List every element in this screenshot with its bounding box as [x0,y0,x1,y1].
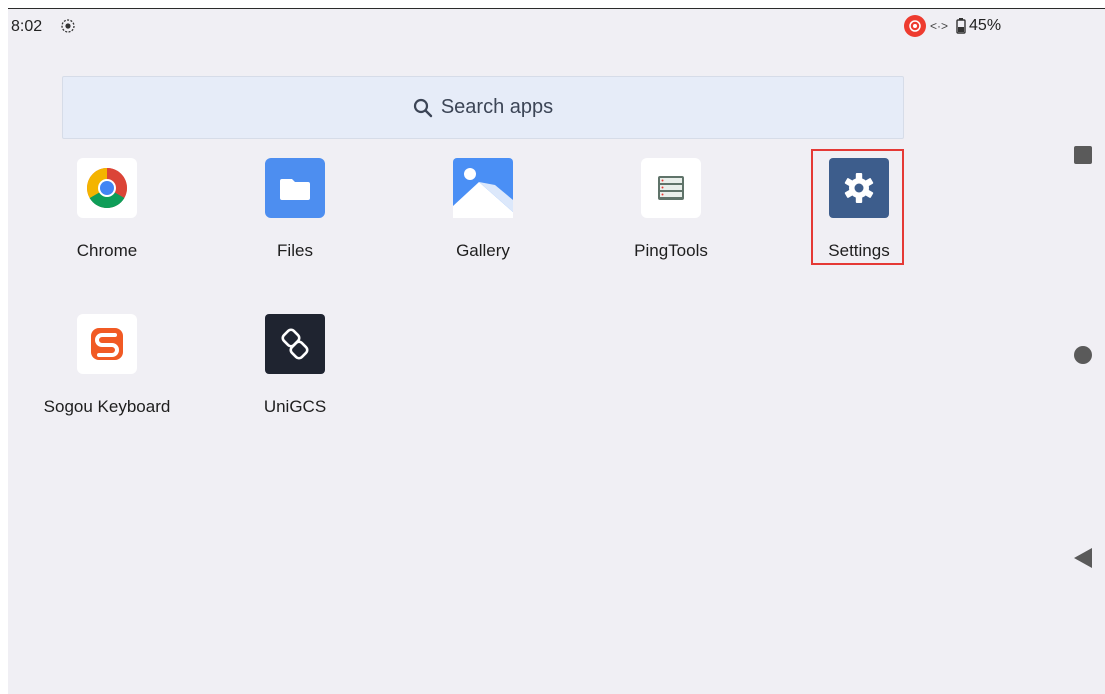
search-apps-bar[interactable]: Search apps [62,76,904,139]
app-label: UniGCS [263,397,327,416]
battery-percent: 45% [969,17,1002,34]
home-button[interactable] [1074,346,1092,364]
app-label: PingTools [634,241,708,260]
server-icon [641,158,701,218]
app-label: Sogou Keyboard [43,397,171,416]
status-bar: 8:02 <·> 45% [8,9,1038,43]
hotspot-icon [904,15,926,37]
app-unigcs[interactable]: UniGCS [215,314,375,444]
search-icon [413,98,433,117]
launcher-screen: 8:02 <·> 45% Search apps Chrome Files Ga… [8,8,1105,694]
app-label: Chrome [76,241,138,260]
app-gallery[interactable]: Gallery [403,158,563,288]
app-chrome[interactable]: Chrome [27,158,187,288]
battery-icon [956,18,966,34]
unigcs-icon [265,314,325,374]
chrome-icon [77,158,137,218]
sogou-icon [77,314,137,374]
app-label: Files [277,241,313,260]
status-icons: <·> 45% [904,14,1001,38]
status-time: 8:02 [11,18,43,35]
app-files[interactable]: Files [215,158,375,288]
data-activity-icon: <·> [930,19,949,33]
image-icon [453,158,513,218]
app-sogou-keyboard[interactable]: Sogou Keyboard [27,314,187,444]
folder-icon [265,158,325,218]
recents-button[interactable] [1074,146,1092,164]
back-button[interactable] [1074,548,1092,568]
search-placeholder: Search apps [440,96,554,118]
screen-record-icon [61,19,75,33]
app-label: Gallery [456,241,510,260]
settings-highlight-box [811,149,904,265]
app-pingtools[interactable]: PingTools [591,158,751,288]
